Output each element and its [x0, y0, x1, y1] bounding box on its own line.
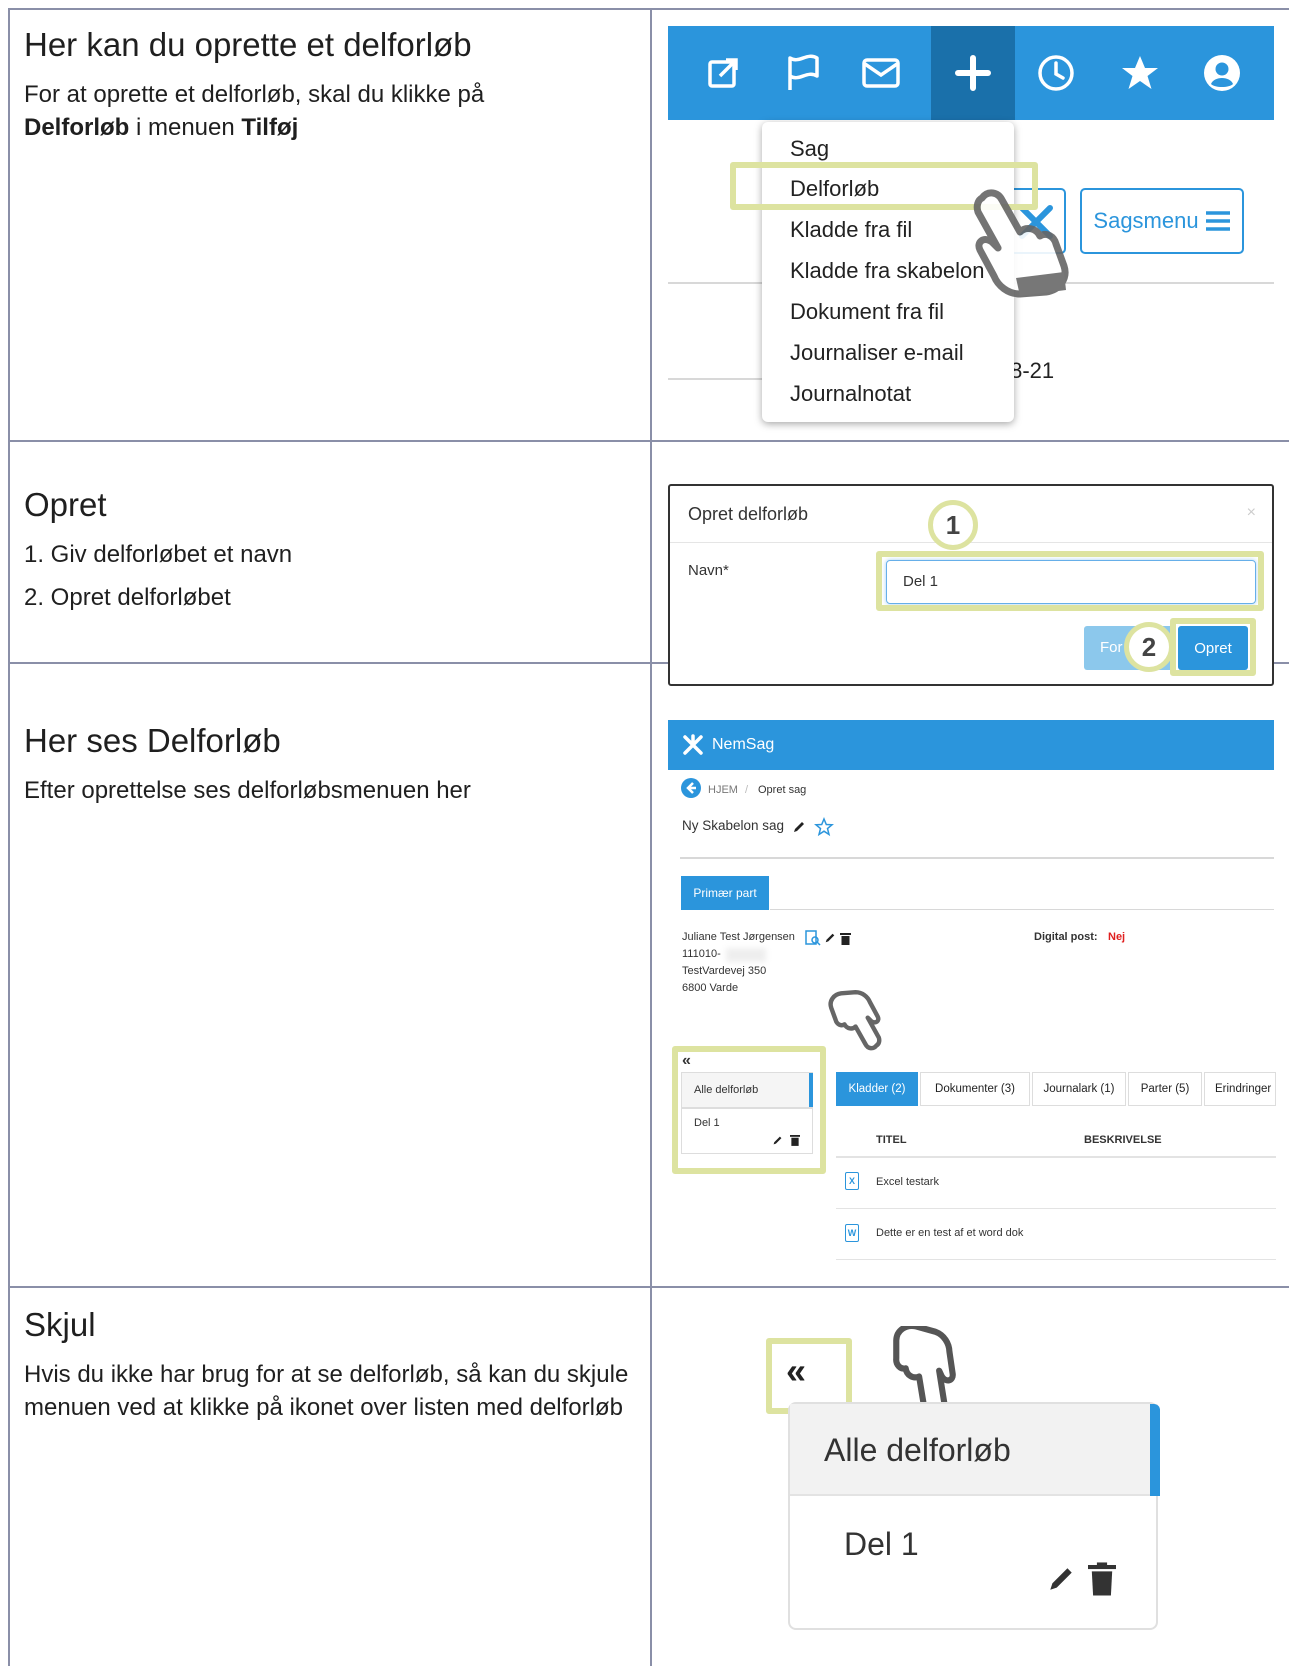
tab-parter[interactable]: Parter (5)	[1128, 1072, 1202, 1106]
pointer-hand-icon	[973, 189, 1069, 298]
digital-post-value: Nej	[1108, 931, 1126, 943]
sagsmenu-button[interactable]: Sagsmenu	[1080, 188, 1244, 254]
external-link-icon[interactable]	[700, 50, 746, 96]
section-heading: Her ses Delforløb	[24, 722, 281, 759]
nemsag-logo-icon	[683, 734, 703, 755]
section-add-subprocess: Her kan du oprette et delforløb For at o…	[24, 26, 634, 144]
section-body: Hvis du ikke har brug for at se delforlø…	[24, 1361, 629, 1421]
flag-icon[interactable]	[780, 50, 826, 96]
tab-erindringer[interactable]: Erindringer	[1204, 1072, 1276, 1106]
edit-icon[interactable]	[1046, 1564, 1076, 1594]
menu-item-journaliser-email[interactable]: Journaliser e-mail	[790, 340, 964, 366]
section-heading: Skjul	[24, 1306, 96, 1343]
edit-icon[interactable]	[792, 820, 806, 834]
tab-primary-party[interactable]: Primær part	[681, 876, 769, 910]
step-marker-2: 2	[1124, 622, 1174, 672]
breadcrumb-current: Opret sag	[758, 784, 807, 796]
party-cpr: 111010-	[682, 948, 721, 960]
subprocess-list: Alle delforløb Del 1	[788, 1402, 1160, 1630]
column-divider	[650, 8, 652, 1666]
menu-item-kladde-fra-skabelon[interactable]: Kladde fra skabelon	[790, 258, 984, 284]
digital-post-label: Digital post:	[1034, 931, 1098, 943]
close-icon[interactable]: ×	[1247, 504, 1256, 522]
clock-icon[interactable]	[1033, 50, 1079, 96]
tab-dokumenter[interactable]: Dokumenter (3)	[920, 1072, 1030, 1106]
dialog-title: Opret delforløb	[688, 504, 809, 524]
word-file-icon: W	[845, 1224, 859, 1242]
highlight-frame	[672, 1046, 826, 1174]
menu-item-journalnotat[interactable]: Journalnotat	[790, 381, 911, 407]
highlight-frame	[876, 551, 1264, 611]
breadcrumb-separator: /	[745, 784, 749, 796]
step-1: 1. Giv delforløbet et navn	[24, 541, 293, 568]
favorite-star-icon[interactable]	[814, 817, 834, 837]
tab-kladder[interactable]: Kladder (2)	[836, 1072, 918, 1106]
edit-icon[interactable]	[824, 932, 836, 944]
case-title: Ny Skabelon sag	[682, 818, 785, 833]
section-create: Opret 1. Giv delforløbet et navn 2. Opre…	[24, 486, 634, 614]
step-2: 2. Opret delforløbet	[24, 584, 231, 611]
sidebar-item-del1[interactable]: Del 1	[844, 1526, 919, 1563]
column-header-description: BESKRIVELSE	[1084, 1134, 1162, 1146]
hamburger-icon	[1205, 211, 1230, 231]
mail-icon[interactable]	[858, 50, 904, 96]
file-name[interactable]: Excel testark	[876, 1176, 939, 1188]
collapse-subprocess-icon[interactable]: «	[786, 1350, 806, 1392]
plus-icon[interactable]	[950, 50, 996, 96]
file-name[interactable]: Dette er en test af et word dok	[876, 1227, 1023, 1239]
tab-journalark[interactable]: Journalark (1)	[1032, 1072, 1126, 1106]
row-divider	[8, 1286, 1289, 1288]
menu-reference: Tilføj	[241, 114, 299, 141]
party-name: Juliane Test Jørgensen	[682, 931, 795, 943]
pointer-hand-icon	[828, 990, 882, 1051]
user-icon[interactable]	[1199, 50, 1245, 96]
preview-icon[interactable]	[805, 930, 821, 946]
section-heading: Her kan du oprette et delforløb	[24, 26, 472, 63]
app-name: NemSag	[712, 736, 775, 753]
row-divider	[8, 440, 1289, 442]
highlight-frame	[1170, 618, 1256, 676]
sidebar-item-all[interactable]: Alle delforløb	[790, 1404, 1160, 1496]
menu-item-kladde-fra-fil[interactable]: Kladde fra fil	[790, 217, 912, 243]
section-view: Her ses Delforløb Efter oprettelse ses d…	[24, 722, 634, 807]
trash-icon[interactable]	[1088, 1562, 1116, 1596]
column-header-title: TITEL	[876, 1134, 907, 1146]
cpr-redaction	[726, 948, 766, 962]
menu-item-dokument-fra-fil[interactable]: Dokument fra fil	[790, 299, 944, 325]
trash-icon[interactable]	[840, 932, 851, 945]
section-body: For at oprette et delforløb, skal du kli…	[24, 81, 485, 141]
name-label: Navn*	[688, 562, 729, 579]
star-icon[interactable]	[1117, 50, 1163, 96]
party-address: TestVardevej 350	[682, 965, 767, 977]
section-body: Efter oprettelse ses delforløbsmenuen he…	[24, 777, 471, 804]
excel-file-icon: X	[845, 1172, 859, 1190]
top-toolbar	[668, 26, 1274, 120]
nemsag-header: NemSag	[668, 720, 1274, 770]
breadcrumb-home[interactable]: HJEM	[708, 784, 738, 796]
section-heading: Opret	[24, 486, 107, 523]
pointer-hand-icon	[893, 1326, 956, 1412]
section-hide: Skjul Hvis du ikke har brug for at se de…	[24, 1306, 634, 1424]
menu-item-reference: Delforløb	[24, 114, 130, 141]
back-icon[interactable]	[681, 778, 701, 798]
step-marker-1: 1	[928, 500, 978, 550]
menu-item-sag[interactable]: Sag	[790, 136, 829, 162]
party-city: 6800 Varde	[682, 982, 739, 994]
